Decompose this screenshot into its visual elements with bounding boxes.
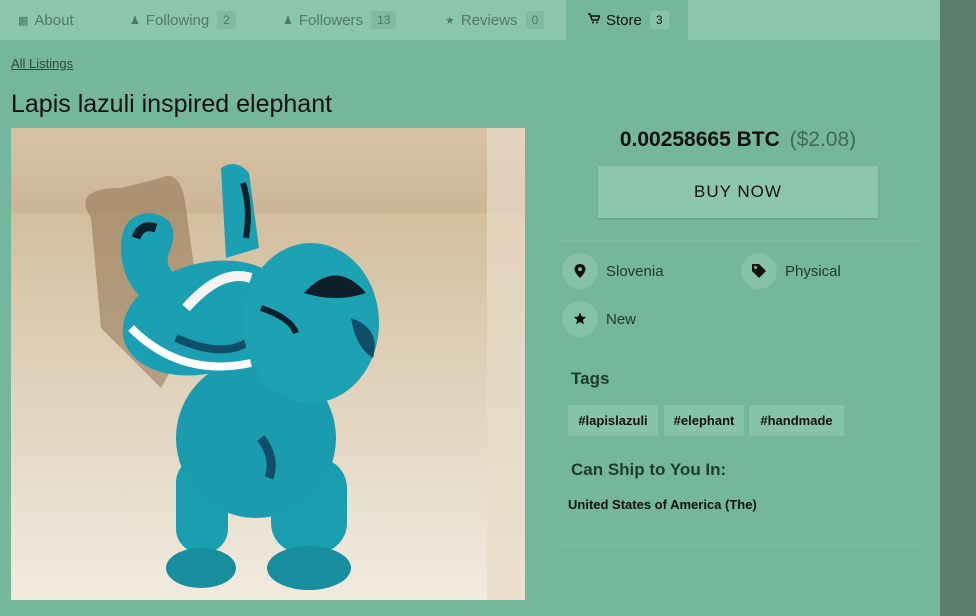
tab-label: About (34, 11, 74, 29)
tab-store[interactable]: Store 3 (566, 0, 688, 40)
location-label: Slovenia (606, 262, 664, 280)
map-pin-icon (562, 253, 598, 289)
right-edge-panel (940, 0, 976, 616)
tab-label: Reviews (460, 11, 518, 29)
condition-label: New (606, 310, 637, 328)
tab-count: 2 (217, 11, 236, 29)
star-icon: ★ (445, 14, 455, 27)
tab-following[interactable]: ♟ Following 2 (130, 0, 236, 40)
star-icon (562, 301, 598, 337)
tab-count: 0 (525, 11, 545, 29)
tag-chip[interactable]: #lapislazuli (568, 405, 658, 436)
people-icon: ♟ (283, 14, 293, 27)
tag-chip[interactable]: #elephant (664, 405, 744, 436)
listing-photo[interactable] (11, 128, 525, 600)
divider (558, 545, 920, 546)
elephant-figurine-image (11, 128, 525, 600)
tab-count: 3 (649, 11, 669, 29)
shipping-heading: Can Ship to You In: (571, 460, 727, 479)
tab-followers[interactable]: ♟ Followers 13 (283, 0, 397, 40)
person-icon: ♟ (130, 14, 140, 27)
tab-label: Following (145, 11, 210, 29)
cart-icon (588, 13, 601, 27)
tags-heading: Tags (571, 369, 610, 388)
tab-count: 13 (371, 11, 397, 29)
tag-chip[interactable]: #handmade (749, 405, 844, 436)
price: 0.00258665 BTC ($2.08) (558, 128, 918, 152)
type-label: Physical (785, 262, 841, 280)
shipping-country: United States of America (The) (568, 497, 757, 512)
book-icon: ▩ (18, 14, 29, 27)
tab-label: Store (606, 11, 642, 29)
divider (558, 240, 920, 241)
location-meta: Slovenia (562, 253, 664, 289)
tab-about[interactable]: ▩ About (18, 0, 74, 40)
price-usd: ($2.08) (789, 128, 857, 151)
listing-title: Lapis lazuli inspired elephant (11, 90, 333, 118)
tag-icon (741, 253, 777, 289)
price-btc: 0.00258665 BTC (619, 128, 780, 151)
tab-reviews[interactable]: ★ Reviews 0 (445, 0, 545, 40)
tab-label: Followers (298, 11, 364, 29)
all-listings-link[interactable]: All Listings (11, 56, 73, 71)
profile-tabs: ▩ About ♟ Following 2 ♟ Followers 13 ★ R… (0, 0, 940, 40)
buy-now-button[interactable]: BUY NOW (598, 166, 878, 218)
condition-meta: New (562, 301, 636, 337)
type-meta: Physical (741, 253, 841, 289)
